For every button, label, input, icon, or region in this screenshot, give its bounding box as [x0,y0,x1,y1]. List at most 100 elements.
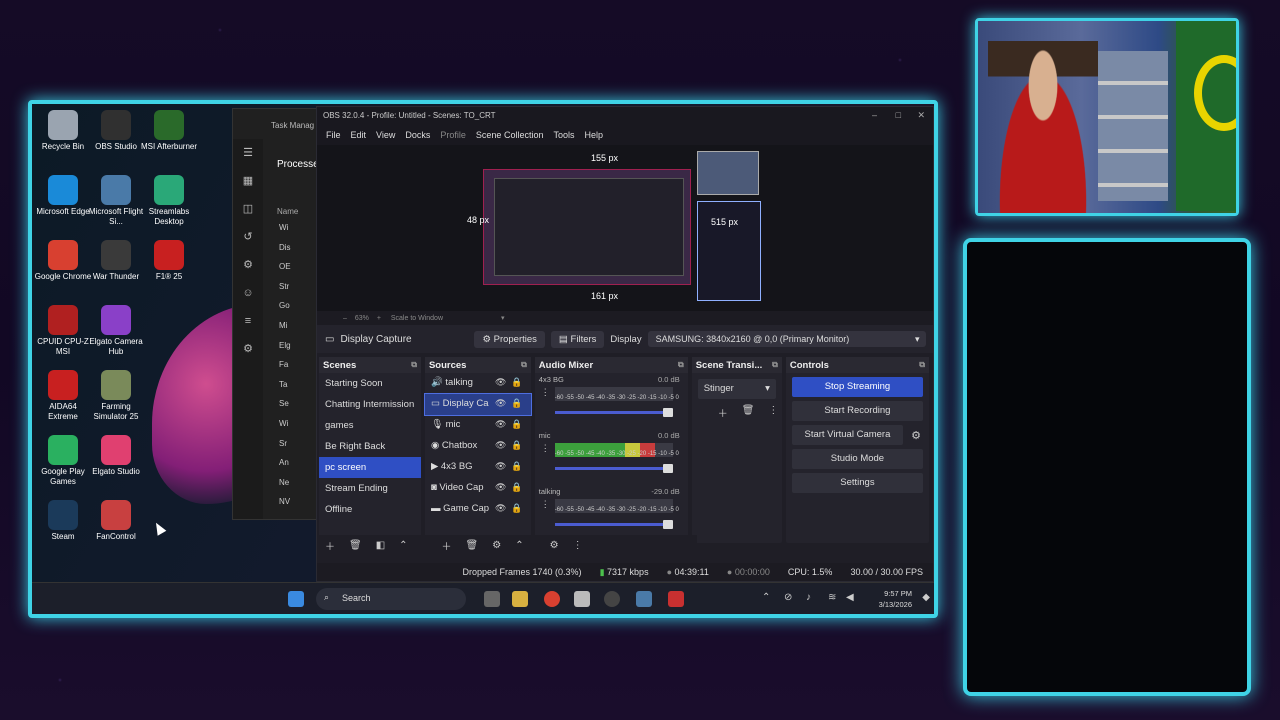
add-source-icon[interactable]: ＋ [442,538,452,553]
eye-icon[interactable]: 👁 [495,461,506,472]
desktop-icon[interactable]: Streamlabs Desktop [140,175,198,227]
undock-icon[interactable]: ⧉ [678,360,684,370]
eye-icon[interactable]: 👁 [495,398,506,409]
scene-filters-icon[interactable]: ◧ [376,540,385,551]
menu-help[interactable]: Help [579,130,608,140]
maximize-icon[interactable]: □ [896,110,901,120]
volume-icon[interactable]: ◀ [846,592,854,603]
more-icon[interactable]: ⋮ [541,387,550,398]
mixer-more-icon[interactable]: ⋮ [573,540,583,551]
source-item[interactable]: ◉ Chatbox 👁 🔒 [425,436,531,457]
scene-item[interactable]: Be Right Back [319,436,421,457]
process-row[interactable]: Wi [279,223,291,243]
notification-icon[interactable]: ◆ [922,592,930,603]
source-item[interactable]: 🔊 talking 👁 🔒 [425,373,531,394]
display-select[interactable]: SAMSUNG: 3840x2160 @ 0,0 (Primary Monito… [647,331,926,347]
menu-tools[interactable]: Tools [548,130,579,140]
process-row[interactable]: Ne [279,478,291,498]
studio-mode-button[interactable]: Studio Mode [791,449,923,469]
process-row[interactable]: Str [279,282,291,302]
desktop-icon[interactable]: CPUID CPU-Z MSI [34,305,92,357]
source-item[interactable]: ▬ Game Cap 👁 🔒 [425,499,531,520]
scene-up-icon[interactable]: ⌃ [399,540,407,551]
users-icon[interactable]: ☺ [233,279,263,307]
undock-icon[interactable]: ⧉ [521,360,527,370]
menu-edit[interactable]: Edit [346,130,372,140]
zoom-mode[interactable]: Scale to Window [391,315,443,322]
obs-taskbar-icon[interactable] [604,591,620,607]
remove-scene-icon[interactable]: 🗑 [349,540,362,551]
process-row[interactable]: Se [279,399,291,419]
scene-item[interactable]: Offline [319,499,421,520]
eye-icon[interactable]: 👁 [495,440,506,451]
desktop-icon[interactable]: Google Play Games [34,435,92,487]
mixer-settings-icon[interactable]: ⚙ [550,540,559,551]
lock-icon[interactable]: 🔒 [511,461,522,472]
start-recording-button[interactable]: Start Recording [791,401,923,421]
app-taskbar-icon[interactable] [636,591,652,607]
source-up-icon[interactable]: ⌃ [515,540,523,551]
preview-chatbox-source[interactable] [697,201,761,301]
clock[interactable]: 9:57 PM 3/13/2026 [879,588,912,610]
details-icon[interactable]: ≡ [233,307,263,335]
preview-camera-source[interactable] [697,151,759,195]
wifi-icon[interactable]: ≋ [828,592,836,603]
desktop-icon[interactable]: Steam [34,500,92,542]
chrome-icon[interactable] [544,591,560,607]
undock-icon[interactable]: ⧉ [411,360,417,370]
preview-display-capture[interactable] [483,169,691,285]
volume-fader[interactable] [554,408,673,417]
obs-window[interactable]: OBS 32.0.4 - Profile: Untitled - Scenes:… [316,106,934,582]
lock-icon[interactable]: 🔒 [511,482,522,493]
taskbar-search[interactable]: ⌕ Search [316,588,466,610]
desktop-icon[interactable]: OBS Studio [87,110,145,152]
desktop-icon[interactable]: Microsoft Edge [34,175,92,217]
add-icon[interactable]: ＋ [718,405,728,420]
lock-icon[interactable]: 🔒 [511,419,522,430]
process-row[interactable]: Ta [279,380,291,400]
process-row[interactable]: Wi [279,419,291,439]
scene-item[interactable]: games [319,415,421,436]
remove-source-icon[interactable]: 🗑 [466,540,479,551]
desktop-icon[interactable]: FanControl [87,500,145,542]
menu-file[interactable]: File [321,130,346,140]
history-icon[interactable]: ↺ [233,223,263,251]
close-icon[interactable]: ✕ [917,110,925,121]
more-icon[interactable]: ⋮ [768,405,778,420]
obs-preview[interactable]: 155 px 48 px 515 px 161 px [317,145,933,311]
eye-icon[interactable]: 👁 [495,482,506,493]
add-scene-icon[interactable]: ＋ [325,538,335,553]
transition-select[interactable]: Stinger ▾ [697,379,776,399]
properties-button[interactable]: ⚙ Properties [474,330,545,348]
process-row[interactable]: Sr [279,439,291,459]
lock-icon[interactable]: 🔒 [511,398,522,409]
menu-scene-collection[interactable]: Scene Collection [471,130,549,140]
desktop-icon[interactable]: Microsoft Flight Si... [87,175,145,227]
desktop-icon[interactable]: Elgato Camera Hub [87,305,145,357]
source-item[interactable]: ▶ 4x3 BG 👁 🔒 [425,457,531,478]
process-row[interactable]: NV [279,497,291,517]
zoom-out-icon[interactable]: – [343,315,347,322]
menu-view[interactable]: View [371,130,400,140]
obs-titlebar[interactable]: OBS 32.0.4 - Profile: Untitled - Scenes:… [317,107,933,125]
process-row[interactable]: Mi [279,321,291,341]
menu-profile[interactable]: Profile [435,130,471,140]
trash-icon[interactable]: 🗑 [742,405,755,420]
process-row[interactable]: Fa [279,360,291,380]
eye-icon[interactable]: 👁 [495,503,506,514]
scene-item[interactable]: Stream Ending [319,478,421,499]
eye-icon[interactable]: 👁 [495,419,506,430]
menu-docks[interactable]: Docks [400,130,435,140]
gear-icon[interactable]: ⚙ [911,429,921,442]
undock-icon[interactable]: ⧉ [919,360,925,370]
game-taskbar-icon[interactable] [668,591,684,607]
desktop-icon[interactable]: Google Chrome [34,240,92,282]
process-row[interactable]: Elg [279,341,291,361]
filters-button[interactable]: ▤ Filters [550,330,605,348]
fan-control-icon[interactable] [574,591,590,607]
lock-icon[interactable]: 🔒 [511,377,522,388]
task-manager-window[interactable]: Task Manag ☰ ▦ ◫ ↺ ⚙ ☺ ≡ ⚙ Processe Name… [232,108,322,520]
file-explorer-icon[interactable] [512,591,528,607]
lock-icon[interactable]: 🔒 [511,440,522,451]
desktop-icon[interactable]: Elgato Studio [87,435,145,477]
